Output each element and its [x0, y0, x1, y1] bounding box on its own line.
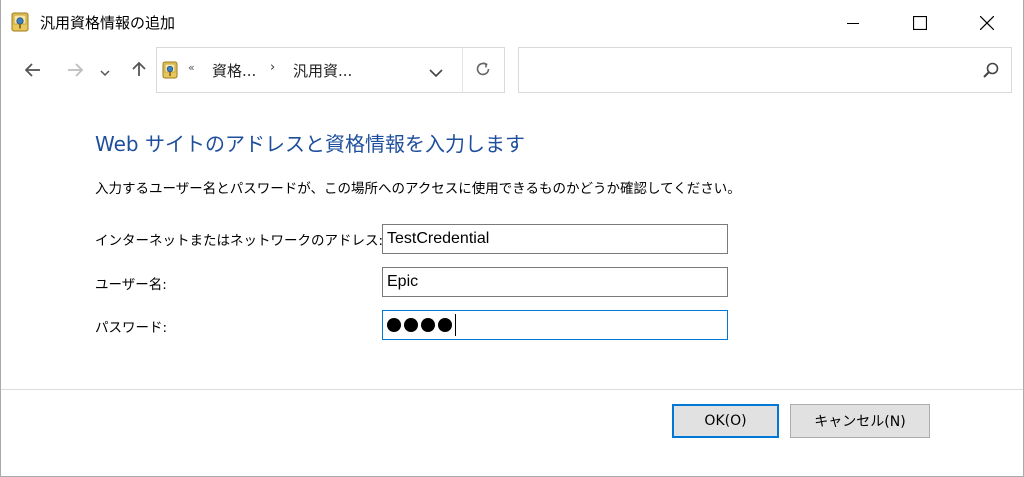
address-dropdown-button[interactable]: [429, 63, 443, 82]
back-button[interactable]: [19, 57, 47, 85]
close-icon: [980, 16, 994, 30]
address-label: インターネットまたはネットワークのアドレス:: [95, 233, 384, 249]
search-input[interactable]: [525, 60, 965, 80]
dialog-window: 汎用資格情報の追加 « 資格... › 汎用資... Web サイトのアドレスと…: [0, 0, 1024, 477]
breadcrumb-credentials[interactable]: 資格...: [212, 60, 256, 81]
address-bar[interactable]: « 資格... › 汎用資...: [156, 47, 505, 93]
credential-manager-icon: [162, 61, 178, 79]
address-divider: [462, 48, 463, 92]
password-label: パスワード:: [95, 320, 168, 336]
refresh-button[interactable]: [474, 60, 492, 82]
search-box[interactable]: [518, 47, 1012, 93]
up-arrow-icon: [132, 61, 146, 81]
title-bar[interactable]: 汎用資格情報の追加: [1, 0, 1023, 46]
password-dot: [421, 318, 435, 332]
page-heading: Web サイトのアドレスと資格情報を入力します: [95, 132, 525, 156]
refresh-icon: [474, 62, 492, 82]
minimize-button[interactable]: [830, 0, 876, 46]
breadcrumb-separator[interactable]: ›: [270, 60, 275, 75]
cancel-button[interactable]: キャンセル(N): [790, 404, 930, 438]
ok-button[interactable]: OK(O): [672, 404, 779, 438]
window-title: 汎用資格情報の追加: [40, 14, 176, 32]
address-input[interactable]: TestCredential: [382, 224, 728, 254]
chevron-down-icon: [429, 63, 443, 82]
page-description: 入力するユーザー名とパスワードが、この場所へのアクセスに使用できるものかどうか確…: [95, 181, 741, 197]
forward-button[interactable]: [61, 57, 89, 85]
password-input[interactable]: [382, 310, 728, 340]
username-label: ユーザー名:: [95, 277, 167, 293]
maximize-button[interactable]: [897, 0, 943, 46]
close-button[interactable]: [964, 0, 1010, 46]
password-mask: [387, 311, 456, 339]
search-icon[interactable]: [983, 62, 999, 82]
text-caret: [455, 314, 456, 336]
password-dot: [387, 318, 401, 332]
breadcrumb-generic-credentials[interactable]: 汎用資...: [293, 60, 352, 81]
recent-locations-button[interactable]: [95, 57, 115, 85]
password-dot: [438, 318, 452, 332]
credential-manager-icon: [11, 12, 29, 32]
maximize-icon: [913, 16, 927, 30]
chevron-down-icon: [100, 62, 110, 81]
back-arrow-icon: [24, 62, 41, 81]
overflow-chevron[interactable]: «: [188, 61, 195, 74]
password-dot: [404, 318, 418, 332]
up-button[interactable]: [125, 57, 153, 85]
footer-divider: [1, 389, 1023, 390]
minimize-icon: [847, 17, 859, 29]
username-input[interactable]: Epic: [382, 267, 728, 297]
forward-arrow-icon: [67, 62, 84, 81]
